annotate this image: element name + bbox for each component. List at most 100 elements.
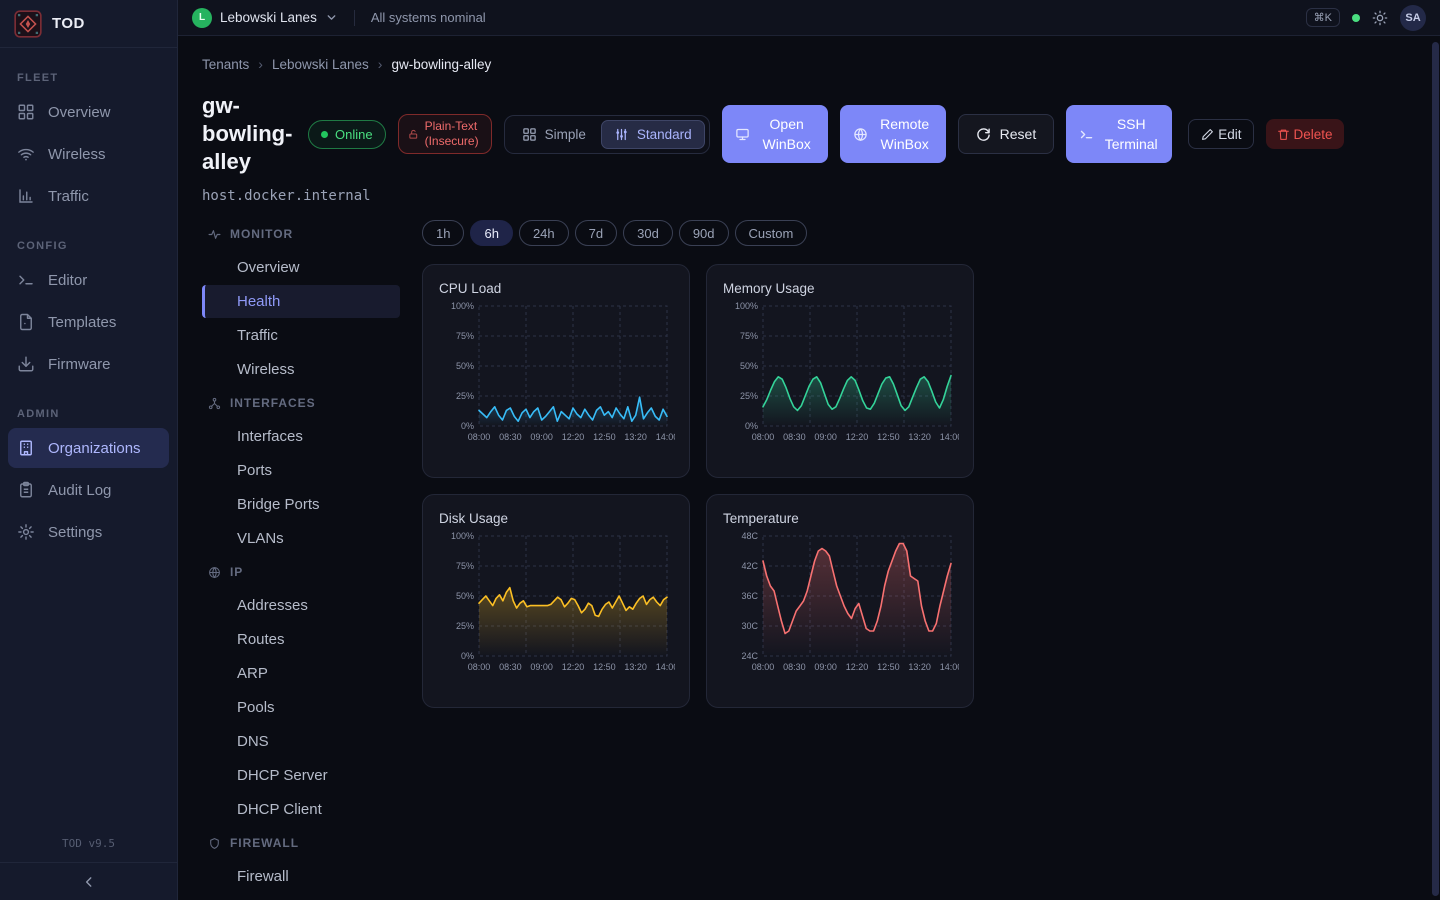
shield-icon	[208, 837, 221, 850]
time-range-7d[interactable]: 7d	[575, 220, 617, 246]
sidebar-footer: TOD v9.5	[0, 825, 177, 900]
svg-text:42C: 42C	[741, 561, 758, 571]
view-mode-toggle: Simple Standard	[504, 115, 710, 154]
sidebar-section: FLEET Overview Wireless Traffic	[0, 72, 177, 216]
svg-text:09:00: 09:00	[530, 662, 553, 672]
view-mode-standard[interactable]: Standard	[601, 120, 705, 149]
sidebar-item-overview[interactable]: Overview	[8, 92, 169, 132]
chart-title: Memory Usage	[723, 281, 957, 296]
subnav-item-interfaces[interactable]: Interfaces	[202, 420, 400, 453]
svg-text:08:00: 08:00	[752, 432, 775, 442]
ssh-terminal-button[interactable]: SSH Terminal	[1066, 105, 1172, 163]
page-title: gw-bowling-alley	[202, 92, 296, 176]
svg-text:12:20: 12:20	[846, 662, 869, 672]
chevron-down-icon	[325, 11, 338, 24]
time-range-24h[interactable]: 24h	[519, 220, 569, 246]
subnav-item-overview[interactable]: Overview	[202, 251, 400, 284]
breadcrumb-tenants[interactable]: Tenants	[202, 57, 249, 72]
time-range-90d[interactable]: 90d	[679, 220, 729, 246]
subnav-item-dhcp-client[interactable]: DHCP Client	[202, 793, 400, 826]
device-subnav: MONITOR OverviewHealthTrafficWireless IN…	[202, 218, 400, 900]
subnav-item-dhcp-server[interactable]: DHCP Server	[202, 759, 400, 792]
svg-text:25%: 25%	[456, 621, 474, 631]
subnav-item-arp[interactable]: ARP	[202, 657, 400, 690]
subnav-item-addresses[interactable]: Addresses	[202, 589, 400, 622]
sidebar-item-label: Settings	[48, 524, 102, 541]
chevron-right-icon: ›	[378, 56, 383, 72]
subnav-item-ports[interactable]: Ports	[202, 454, 400, 487]
open-winbox-label: Open WinBox	[759, 114, 815, 154]
sidebar-collapse-button[interactable]	[0, 862, 177, 900]
app-logo-icon	[14, 10, 42, 38]
refresh-icon	[976, 127, 991, 142]
sidebar-item-wireless[interactable]: Wireless	[8, 134, 169, 174]
svg-text:14:00: 14:00	[940, 432, 959, 442]
subnav-group-label: MONITOR	[230, 227, 293, 241]
subnav-item-wireless[interactable]: Wireless	[202, 353, 400, 386]
svg-text:14:00: 14:00	[940, 662, 959, 672]
svg-text:24C: 24C	[741, 651, 758, 661]
time-range-custom[interactable]: Custom	[735, 220, 808, 246]
sidebar-section-label: CONFIG	[0, 240, 177, 252]
sidebar-item-audit-log[interactable]: Audit Log	[8, 470, 169, 510]
view-mode-simple[interactable]: Simple	[509, 120, 599, 149]
tenant-switcher[interactable]: L Lebowski Lanes	[192, 8, 338, 28]
svg-text:08:30: 08:30	[783, 432, 806, 442]
command-palette-shortcut[interactable]: ⌘K	[1306, 8, 1340, 27]
sidebar-item-editor[interactable]: Editor	[8, 260, 169, 300]
remote-winbox-button[interactable]: Remote WinBox	[840, 105, 946, 163]
subnav-group-label-interfaces: INTERFACES	[202, 387, 400, 419]
device-host: host.docker.internal	[202, 188, 1416, 204]
sidebar-item-templates[interactable]: Templates	[8, 302, 169, 342]
subnav-item-mangle[interactable]: Mangle	[202, 894, 400, 900]
remote-winbox-label: Remote WinBox	[877, 114, 933, 154]
svg-text:25%: 25%	[456, 391, 474, 401]
subnav-group: FIREWALL FirewallMangle	[202, 827, 400, 900]
bar-chart-icon	[17, 187, 35, 205]
svg-text:12:50: 12:50	[593, 662, 616, 672]
chart-plot: 100%75%50%25%0%08:0008:3009:0012:2012:50…	[439, 298, 673, 456]
security-badge: Plain-Text (Insecure)	[398, 114, 492, 154]
subnav-item-bridge-ports[interactable]: Bridge Ports	[202, 488, 400, 521]
subnav-item-vlans[interactable]: VLANs	[202, 522, 400, 555]
subnav-item-pools[interactable]: Pools	[202, 691, 400, 724]
sidebar-item-firmware[interactable]: Firmware	[8, 344, 169, 384]
user-avatar[interactable]: SA	[1400, 5, 1426, 31]
theme-toggle-sun-icon[interactable]	[1372, 10, 1388, 26]
view-mode-standard-label: Standard	[637, 127, 692, 142]
svg-text:12:20: 12:20	[562, 662, 585, 672]
breadcrumb: Tenants › Lebowski Lanes › gw-bowling-al…	[202, 56, 1416, 72]
svg-text:75%: 75%	[456, 561, 474, 571]
time-range-1h[interactable]: 1h	[422, 220, 464, 246]
sidebar-item-label: Firmware	[48, 356, 111, 373]
svg-text:13:20: 13:20	[624, 432, 647, 442]
tenant-avatar: L	[192, 8, 212, 28]
breadcrumb-current: gw-bowling-alley	[391, 57, 491, 72]
time-range-30d[interactable]: 30d	[623, 220, 673, 246]
open-winbox-button[interactable]: Open WinBox	[722, 105, 828, 163]
time-range-6h[interactable]: 6h	[470, 220, 512, 246]
svg-text:09:00: 09:00	[814, 662, 837, 672]
sidebar-item-organizations[interactable]: Organizations	[8, 428, 169, 468]
security-badge-label: Plain-Text (Insecure)	[425, 119, 482, 149]
edit-button[interactable]: Edit	[1188, 119, 1254, 149]
main-content: Tenants › Lebowski Lanes › gw-bowling-al…	[178, 36, 1440, 900]
topbar-divider	[354, 10, 355, 26]
sliders-icon	[614, 127, 629, 142]
svg-text:14:00: 14:00	[656, 662, 675, 672]
subnav-item-firewall[interactable]: Firewall	[202, 860, 400, 893]
svg-text:08:30: 08:30	[499, 432, 522, 442]
scrollbar[interactable]	[1432, 42, 1439, 896]
reset-button[interactable]: Reset	[958, 114, 1055, 154]
sidebar-section-label: ADMIN	[0, 408, 177, 420]
sidebar-item-traffic[interactable]: Traffic	[8, 176, 169, 216]
sidebar-item-label: Audit Log	[48, 482, 111, 499]
subnav-item-health[interactable]: Health	[202, 285, 400, 318]
subnav-item-dns[interactable]: DNS	[202, 725, 400, 758]
subnav-item-traffic[interactable]: Traffic	[202, 319, 400, 352]
subnav-item-routes[interactable]: Routes	[202, 623, 400, 656]
svg-text:12:50: 12:50	[877, 662, 900, 672]
sidebar-item-settings[interactable]: Settings	[8, 512, 169, 552]
breadcrumb-tenant[interactable]: Lebowski Lanes	[272, 57, 369, 72]
delete-button[interactable]: Delete	[1266, 119, 1343, 149]
